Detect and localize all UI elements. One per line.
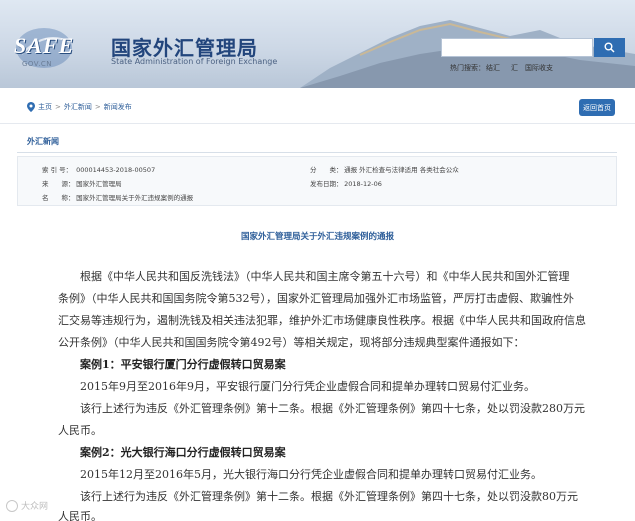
- search-button[interactable]: [594, 38, 625, 57]
- section-divider: [17, 152, 617, 153]
- meta-name-key: 名 称：: [42, 194, 75, 202]
- meta-date: 发布日期： 2018-12-06: [310, 178, 382, 188]
- hot-search-link[interactable]: 国际收支: [525, 63, 553, 73]
- meta-date-value: 2018-12-06: [344, 180, 382, 188]
- meta-source-value: 国家外汇管理局: [76, 180, 122, 188]
- case-1-paragraph-line: 人民币。: [58, 424, 102, 437]
- breadcrumb-press-release[interactable]: 新闻发布: [104, 102, 132, 112]
- meta-name: 名 称： 国家外汇管理局关于外汇违规案例的通报: [42, 192, 193, 202]
- case-2-paragraph-line: 2015年12月至2016年5月，光大银行海口分行凭企业虚假合同和提单办理转口贸…: [80, 468, 542, 481]
- breadcrumb-separator: >: [94, 103, 101, 111]
- search-input[interactable]: [441, 38, 593, 57]
- article-paragraph-line: 条例》（中华人民共和国国务院令第532号），国家外汇管理局加强外汇市场监管，严厉…: [58, 292, 574, 305]
- case-2-heading: 案例2：光大银行海口分行虚假转口贸易案: [80, 446, 286, 459]
- meta-index: 索 引 号： 000014453-2018-00507: [42, 164, 155, 174]
- meta-index-value: 000014453-2018-00507: [76, 166, 156, 174]
- watermark-logo-icon: [6, 499, 18, 512]
- search-icon: [604, 42, 615, 53]
- section-title: 外汇新闻: [27, 137, 59, 146]
- article-paragraph-line: 汇交易等违规行为，遏制洗钱及相关违法犯罪，维护外汇市场健康良性秩序。根据《中华人…: [58, 314, 586, 327]
- breadcrumb-home[interactable]: 主页: [38, 102, 52, 112]
- hot-search-link[interactable]: 结汇: [486, 63, 500, 73]
- case-1-paragraph-line: 该行上述行为违反《外汇管理条例》第十二条。根据《外汇管理条例》第四十七条，处以罚…: [80, 402, 585, 415]
- meta-category-key: 分 类：: [310, 166, 343, 174]
- case-2-paragraph-line: 人民币。: [58, 510, 102, 521]
- meta-source: 来 源： 国家外汇管理局: [42, 178, 122, 188]
- case-2-paragraph-line: 该行上述行为违反《外汇管理条例》第十二条。根据《外汇管理条例》第四十七条，处以罚…: [80, 490, 578, 503]
- logo-subtext: GOV.CN: [22, 60, 53, 68]
- meta-source-key: 来 源：: [42, 180, 75, 188]
- logo-text: SAFE: [14, 33, 75, 58]
- breadcrumb-foreign-exchange-news[interactable]: 外汇新闻: [64, 102, 92, 112]
- case-1-heading: 案例1：平安银行厦门分行虚假转口贸易案: [80, 358, 286, 371]
- site-header: SAFE GOV.CN 国家外汇管理局 State Administration…: [0, 0, 635, 88]
- article-paragraph-line: 公开条例》（中华人民共和国国务院令第492号）等相关规定，现将部分违规典型案件通…: [58, 336, 525, 349]
- hot-search-label: 热门搜索：: [450, 64, 485, 72]
- breadcrumb: 主页 > 外汇新闻 > 新闻发布: [27, 102, 132, 112]
- hot-search-link[interactable]: 汇: [511, 63, 518, 73]
- page: SAFE GOV.CN 国家外汇管理局 State Administration…: [0, 0, 635, 521]
- meta-date-key: 发布日期：: [310, 180, 343, 188]
- meta-index-key: 索 引 号：: [42, 166, 73, 174]
- meta-name-value: 国家外汇管理局关于外汇违规案例的通报: [76, 194, 194, 202]
- watermark: 大众网: [6, 499, 48, 512]
- meta-category: 分 类： 通报 外汇检查与法律适用 各类社会公众: [310, 164, 459, 174]
- watermark-text: 大众网: [21, 502, 49, 512]
- site-subtitle-en: State Administration of Foreign Exchange: [111, 57, 278, 66]
- article-paragraph-line: 根据《中华人民共和国反洗钱法》（中华人民共和国主席令第五十六号）和《中华人民共和…: [80, 270, 570, 283]
- location-pin-icon: [27, 102, 35, 112]
- article-title: 国家外汇管理局关于外汇违规案例的通报: [240, 232, 394, 242]
- return-home-button[interactable]: 返回首页: [579, 99, 615, 116]
- breadcrumb-separator: >: [55, 103, 61, 111]
- case-1-paragraph-line: 2015年9月至2016年9月，平安银行厦门分行凭企业虚假合同和提单办理转口贸易…: [80, 380, 535, 393]
- meta-category-value: 通报 外汇检查与法律适用 各类社会公众: [344, 166, 459, 174]
